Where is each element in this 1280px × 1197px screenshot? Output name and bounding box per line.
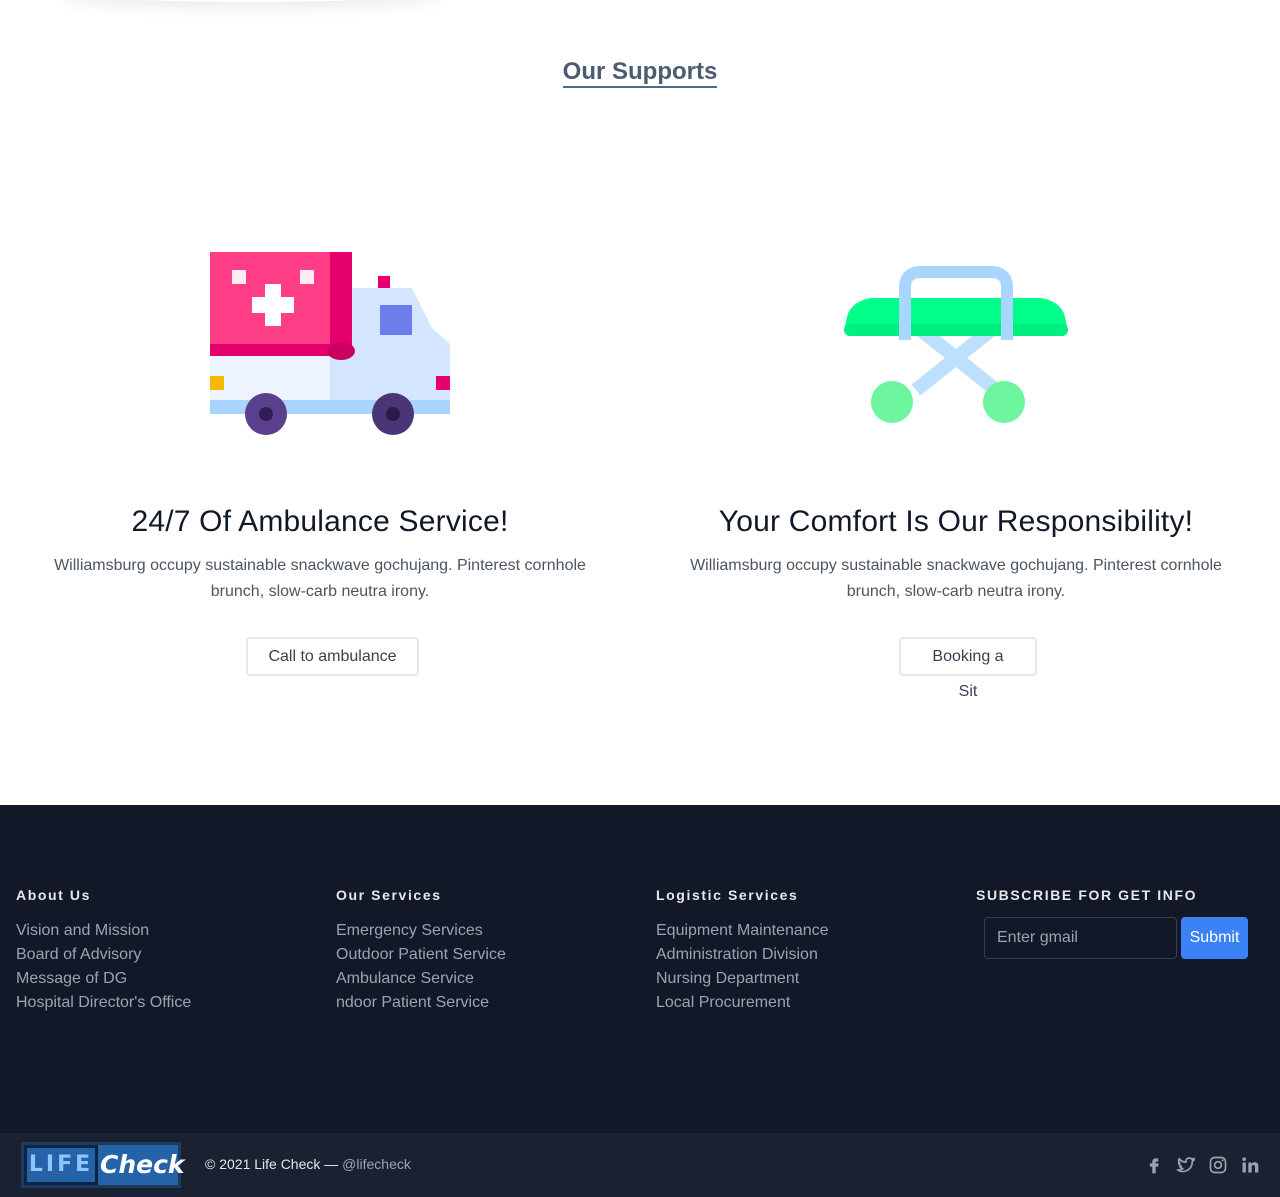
footer-link[interactable]: Hospital Director's Office bbox=[16, 991, 191, 1015]
footer-column-title: Logistic Services bbox=[656, 887, 799, 903]
card-text: Williamsburg occupy sustainable snackwav… bbox=[690, 557, 1222, 600]
card-heading: 24/7 Of Ambulance Service! bbox=[131, 505, 509, 538]
social-links bbox=[1144, 1155, 1260, 1175]
footer-link[interactable]: Outdoor Patient Service bbox=[336, 943, 506, 967]
comfort-card: Your Comfort Is Our Responsibility! Will… bbox=[636, 0, 1276, 805]
footer-column-services: Our Services Emergency Services Outdoor … bbox=[336, 887, 506, 1015]
ambulance-icon bbox=[210, 252, 450, 435]
life-check-logo[interactable]: LIFE Check bbox=[21, 1142, 185, 1188]
footer-column-about: About Us Vision and Mission Board of Adv… bbox=[16, 887, 191, 1015]
footer-column-logistics: Logistic Services Equipment Maintenance … bbox=[656, 887, 829, 1015]
footer-link[interactable]: Ambulance Service bbox=[336, 967, 506, 991]
linkedin-icon[interactable] bbox=[1240, 1155, 1260, 1175]
copyright-text: © 2021 Life Check — bbox=[205, 1156, 339, 1172]
card-text: Williamsburg occupy sustainable snackwav… bbox=[54, 557, 586, 600]
footer-link[interactable]: Equipment Maintenance bbox=[656, 919, 829, 943]
footer-link[interactable]: Emergency Services bbox=[336, 919, 506, 943]
subscribe-email-input[interactable] bbox=[984, 917, 1177, 959]
copyright: © 2021 Life Check — @lifecheck bbox=[205, 1156, 411, 1172]
footer-column-title: About Us bbox=[16, 887, 92, 903]
footer-column-subscribe: SUBSCRIBE FOR GET INFO bbox=[976, 887, 1197, 903]
logo-part-check: Check bbox=[100, 1150, 185, 1179]
booking-sit-button[interactable]: Booking a Sit bbox=[899, 637, 1037, 700]
footer-link[interactable]: Local Procurement bbox=[656, 991, 829, 1015]
footer-link[interactable]: Vision and Mission bbox=[16, 919, 191, 943]
footer-link[interactable]: Administration Division bbox=[656, 943, 829, 967]
footer-link[interactable]: Message of DG bbox=[16, 967, 191, 991]
facebook-icon[interactable] bbox=[1144, 1155, 1164, 1175]
footer-column-title: Our Services bbox=[336, 887, 442, 903]
logo-part-life: LIFE bbox=[24, 1145, 98, 1185]
subscribe-title: SUBSCRIBE FOR GET INFO bbox=[976, 887, 1198, 903]
site-footer: About Us Vision and Mission Board of Adv… bbox=[0, 805, 1280, 1197]
subscribe-submit-button[interactable]: Submit bbox=[1181, 917, 1248, 959]
ambulance-card: 24/7 Of Ambulance Service! Williamsburg … bbox=[0, 0, 640, 805]
stretcher-icon bbox=[844, 266, 1068, 423]
footer-link[interactable]: Nursing Department bbox=[656, 967, 829, 991]
card-heading: Your Comfort Is Our Responsibility! bbox=[718, 505, 1194, 538]
footer-link[interactable]: Board of Advisory bbox=[16, 943, 191, 967]
social-handle-link[interactable]: @lifecheck bbox=[342, 1156, 411, 1172]
instagram-icon[interactable] bbox=[1208, 1155, 1228, 1175]
footer-bottom-bar: LIFE Check © 2021 Life Check — @lifechec… bbox=[0, 1133, 1280, 1197]
twitter-icon[interactable] bbox=[1176, 1155, 1196, 1175]
call-ambulance-button[interactable]: Call to ambulance bbox=[246, 637, 419, 676]
supports-section: Our Supports 24/7 Of Ambulance Service! … bbox=[0, 0, 1280, 805]
footer-link[interactable]: ndoor Patient Service bbox=[336, 991, 506, 1015]
